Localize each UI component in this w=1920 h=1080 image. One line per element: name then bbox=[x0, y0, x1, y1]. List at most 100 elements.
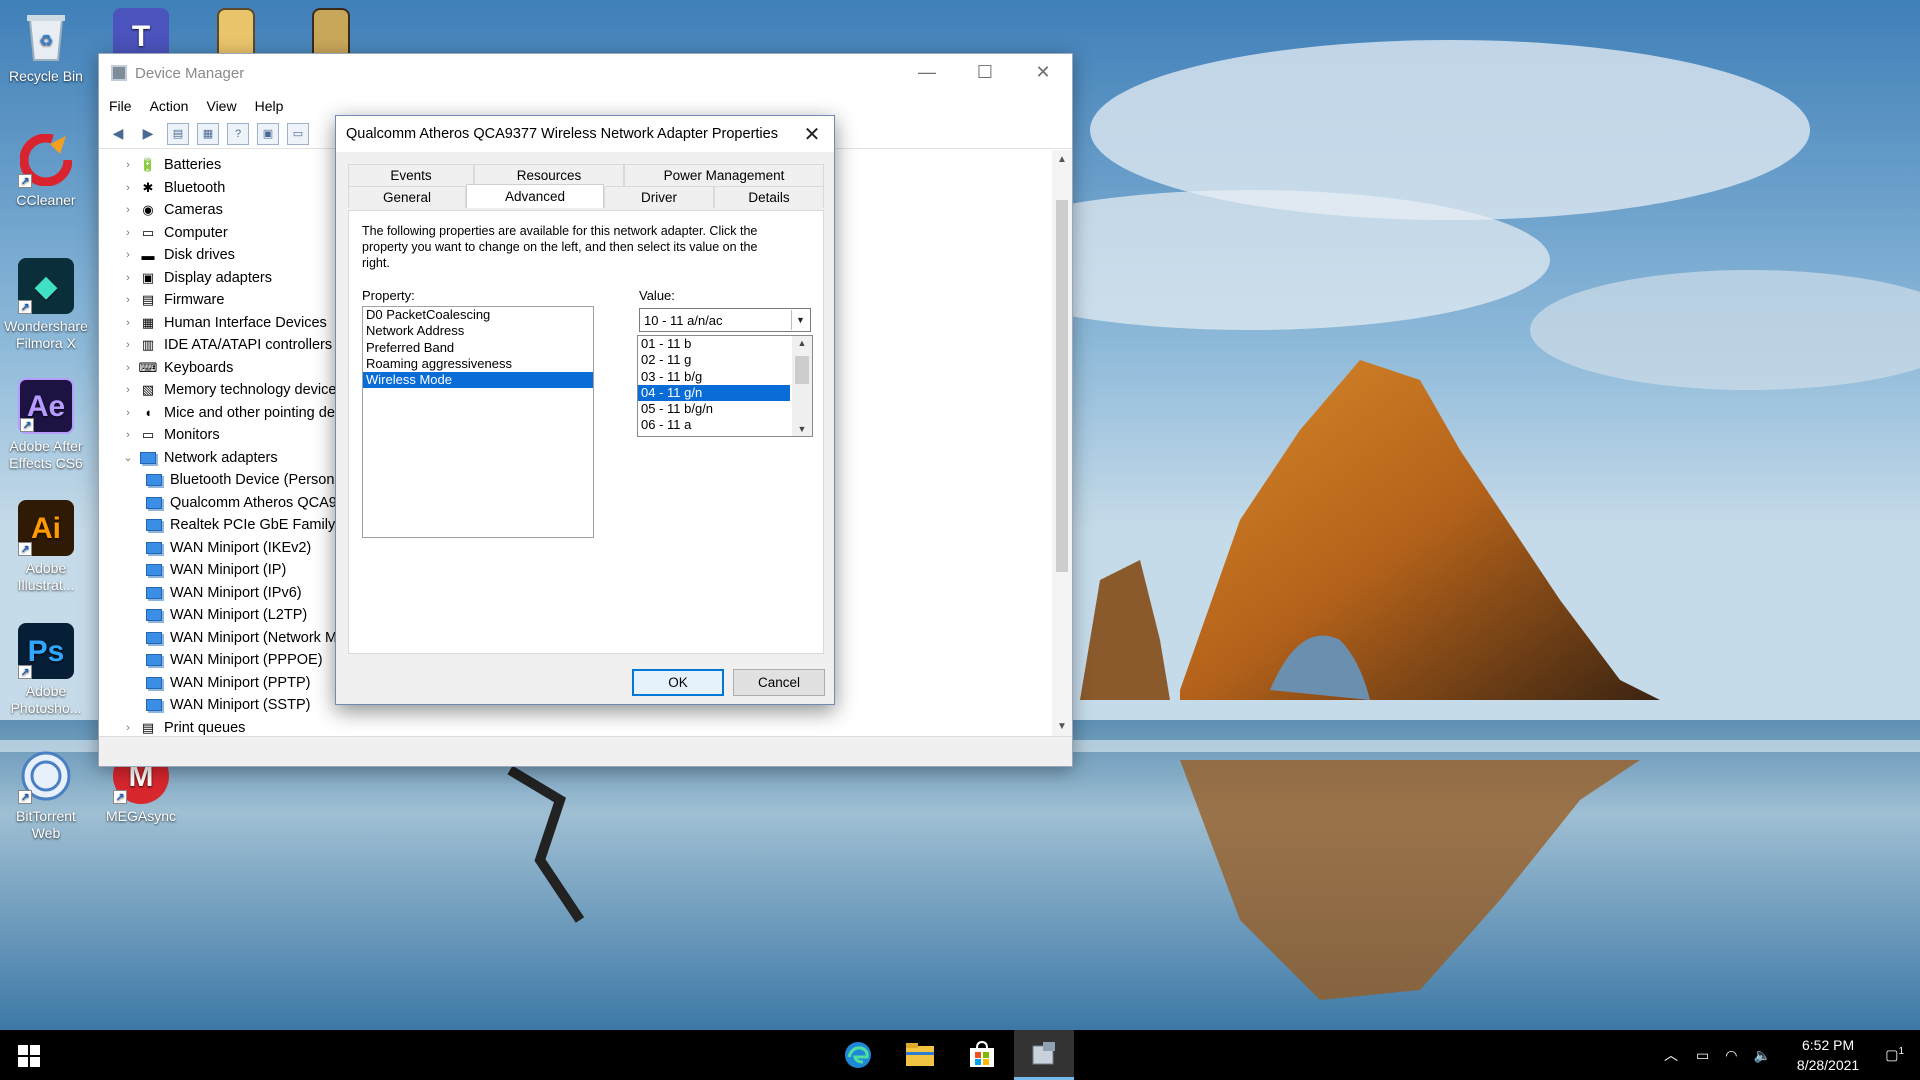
desktop-icon-label: BitTorrent Web bbox=[16, 808, 76, 841]
notification-center-icon[interactable]: ▢1 bbox=[1885, 1046, 1904, 1064]
taskbar: ︿ ▭ ◠ 🔈 6:52 PM 8/28/2021 ▢1 bbox=[0, 1030, 1920, 1080]
desktop-icon-illustrator[interactable]: Ai ↗ Adobe Illustrat... bbox=[0, 500, 92, 594]
desktop-icon-filmora[interactable]: ◆ ↗ Wondershare Filmora X bbox=[0, 258, 92, 352]
battery-icon[interactable]: ▭ bbox=[1696, 1047, 1709, 1064]
chevron-down-icon[interactable]: ▼ bbox=[791, 310, 809, 330]
desktop-icon-label: Wondershare Filmora X bbox=[4, 318, 88, 351]
wifi-icon[interactable]: ◠ bbox=[1725, 1047, 1737, 1064]
tree-category-label: IDE ATA/ATAPI controllers bbox=[164, 337, 333, 354]
tab-driver[interactable]: Driver bbox=[604, 186, 714, 208]
value-option[interactable]: 01 - 11 b bbox=[638, 336, 790, 352]
back-arrow-icon[interactable]: ◀ bbox=[107, 123, 129, 145]
desktop-icon-label: Adobe Photosho... bbox=[10, 683, 82, 716]
network-adapter-icon bbox=[145, 495, 163, 511]
tree-category-print-queues[interactable]: › ▤ Print queues bbox=[119, 717, 532, 737]
tree-scrollbar[interactable]: ▲ ▼ bbox=[1052, 150, 1072, 736]
tab-details[interactable]: Details bbox=[714, 186, 824, 208]
tree-category-label: Display adapters bbox=[164, 269, 272, 286]
value-option[interactable]: 05 - 11 b/g/n bbox=[638, 401, 790, 417]
chevron-right-icon[interactable]: › bbox=[119, 407, 137, 419]
properties-icon[interactable]: ▦ bbox=[197, 122, 219, 145]
value-option[interactable]: 03 - 11 b/g bbox=[638, 369, 790, 385]
chevron-down-icon[interactable]: ⌄ bbox=[119, 451, 137, 464]
tab-power-management[interactable]: Power Management bbox=[624, 164, 824, 186]
chevron-right-icon[interactable]: › bbox=[119, 204, 137, 216]
update-driver-icon[interactable]: ▣ bbox=[257, 122, 279, 145]
taskbar-store[interactable] bbox=[952, 1030, 1012, 1080]
chevron-right-icon[interactable]: › bbox=[119, 339, 137, 351]
tree-category-label: Bluetooth bbox=[164, 179, 226, 196]
scrollbar-thumb[interactable] bbox=[1056, 200, 1068, 572]
start-button[interactable] bbox=[18, 1045, 40, 1067]
desktop-icon-label: Adobe After Effects CS6 bbox=[9, 438, 83, 471]
value-dropdown-list[interactable]: 01 - 11 b 02 - 11 g 03 - 11 b/g 04 - 11 … bbox=[637, 335, 813, 437]
chevron-right-icon[interactable]: › bbox=[119, 384, 137, 396]
property-item[interactable]: Preferred Band bbox=[363, 340, 593, 356]
value-option-highlighted[interactable]: 04 - 11 g/n bbox=[638, 384, 790, 402]
photoshop-icon: Ps ↗ bbox=[18, 623, 74, 679]
property-item[interactable]: D0 PacketCoalescing bbox=[363, 307, 593, 323]
tab-resources[interactable]: Resources bbox=[474, 164, 624, 186]
value-option[interactable]: 06 - 11 a bbox=[638, 417, 790, 433]
desktop-icon-after-effects[interactable]: Ae ↗ Adobe After Effects CS6 bbox=[0, 378, 92, 472]
chevron-right-icon[interactable]: › bbox=[119, 294, 137, 306]
value-dropdown[interactable]: 10 - 11 a/n/ac ▼ bbox=[639, 308, 811, 332]
menu-file[interactable]: File bbox=[109, 98, 132, 114]
scroll-down-icon[interactable]: ▼ bbox=[792, 424, 812, 434]
desktop-icon-photoshop[interactable]: Ps ↗ Adobe Photosho... bbox=[0, 623, 92, 717]
chevron-right-icon[interactable]: › bbox=[119, 182, 137, 194]
maximize-button[interactable]: ☐ bbox=[956, 54, 1014, 90]
minimize-button[interactable]: — bbox=[898, 54, 956, 90]
mouse-icon: ◖ bbox=[144, 405, 152, 421]
tab-general[interactable]: General bbox=[348, 186, 466, 208]
taskbar-device-manager[interactable] bbox=[1014, 1030, 1074, 1080]
scroll-up-icon[interactable]: ▲ bbox=[1052, 154, 1072, 165]
scrollbar-thumb[interactable] bbox=[795, 356, 809, 384]
dialog-titlebar[interactable]: Qualcomm Atheros QCA9377 Wireless Networ… bbox=[336, 116, 834, 152]
close-button[interactable]: ✕ bbox=[1014, 54, 1072, 90]
chevron-right-icon[interactable]: › bbox=[119, 159, 137, 171]
scroll-down-icon[interactable]: ▼ bbox=[1052, 721, 1072, 732]
chevron-right-icon[interactable]: › bbox=[119, 272, 137, 284]
scroll-up-icon[interactable]: ▲ bbox=[792, 338, 812, 348]
tree-device-label: WAN Miniport (IPv6) bbox=[170, 584, 302, 601]
keyboard-icon: ⌨ bbox=[138, 359, 158, 375]
chevron-right-icon[interactable]: › bbox=[119, 227, 137, 239]
tree-device-label: WAN Miniport (IKEv2) bbox=[170, 539, 312, 556]
network-adapter-icon bbox=[145, 540, 163, 556]
value-option[interactable]: 02 - 11 g bbox=[638, 352, 790, 368]
cancel-button[interactable]: Cancel bbox=[733, 669, 825, 696]
menu-help[interactable]: Help bbox=[255, 98, 284, 114]
taskbar-file-explorer[interactable] bbox=[890, 1030, 950, 1080]
chevron-right-icon[interactable]: › bbox=[119, 722, 137, 734]
property-list[interactable]: D0 PacketCoalescing Network Address Pref… bbox=[362, 306, 594, 538]
property-item[interactable]: Roaming aggressiveness bbox=[363, 356, 593, 372]
tab-events[interactable]: Events bbox=[348, 164, 474, 186]
dropdown-scrollbar[interactable]: ▲ ▼ bbox=[792, 336, 812, 436]
forward-arrow-icon[interactable]: ▶ bbox=[137, 123, 159, 145]
help-icon[interactable]: ? bbox=[227, 122, 249, 145]
chevron-right-icon[interactable]: › bbox=[119, 249, 137, 261]
chevron-right-icon[interactable]: › bbox=[119, 317, 137, 329]
dialog-close-button[interactable]: ✕ bbox=[800, 122, 824, 147]
taskbar-edge[interactable] bbox=[828, 1030, 888, 1080]
ok-button[interactable]: OK bbox=[632, 669, 724, 696]
menu-action[interactable]: Action bbox=[150, 98, 189, 114]
desktop-icon-recycle-bin[interactable]: ♻ Recycle Bin bbox=[0, 8, 92, 85]
clock[interactable]: 6:52 PM 8/28/2021 bbox=[1797, 1035, 1859, 1075]
desktop-icon-ccleaner[interactable]: ↗ CCleaner bbox=[0, 132, 92, 209]
volume-icon[interactable]: 🔈 bbox=[1753, 1047, 1770, 1064]
tree-category-label: Print queues bbox=[164, 719, 246, 736]
tree-category-label: Keyboards bbox=[164, 359, 234, 376]
chevron-right-icon[interactable]: › bbox=[119, 429, 137, 441]
show-hide-console-icon[interactable]: ▤ bbox=[167, 122, 189, 145]
menu-view[interactable]: View bbox=[206, 98, 236, 114]
chevron-right-icon[interactable]: › bbox=[119, 362, 137, 374]
desktop-icon-bittorrent[interactable]: ↗ BitTorrent Web bbox=[0, 748, 92, 842]
property-item-selected[interactable]: Wireless Mode bbox=[363, 372, 593, 389]
scan-hardware-icon[interactable]: ▭ bbox=[287, 122, 309, 145]
show-hidden-icons-chevron-up-icon[interactable]: ︿ bbox=[1664, 1045, 1678, 1065]
property-item[interactable]: Network Address bbox=[363, 323, 593, 339]
value-label: Value: bbox=[639, 288, 675, 303]
tab-advanced[interactable]: Advanced bbox=[466, 184, 604, 208]
